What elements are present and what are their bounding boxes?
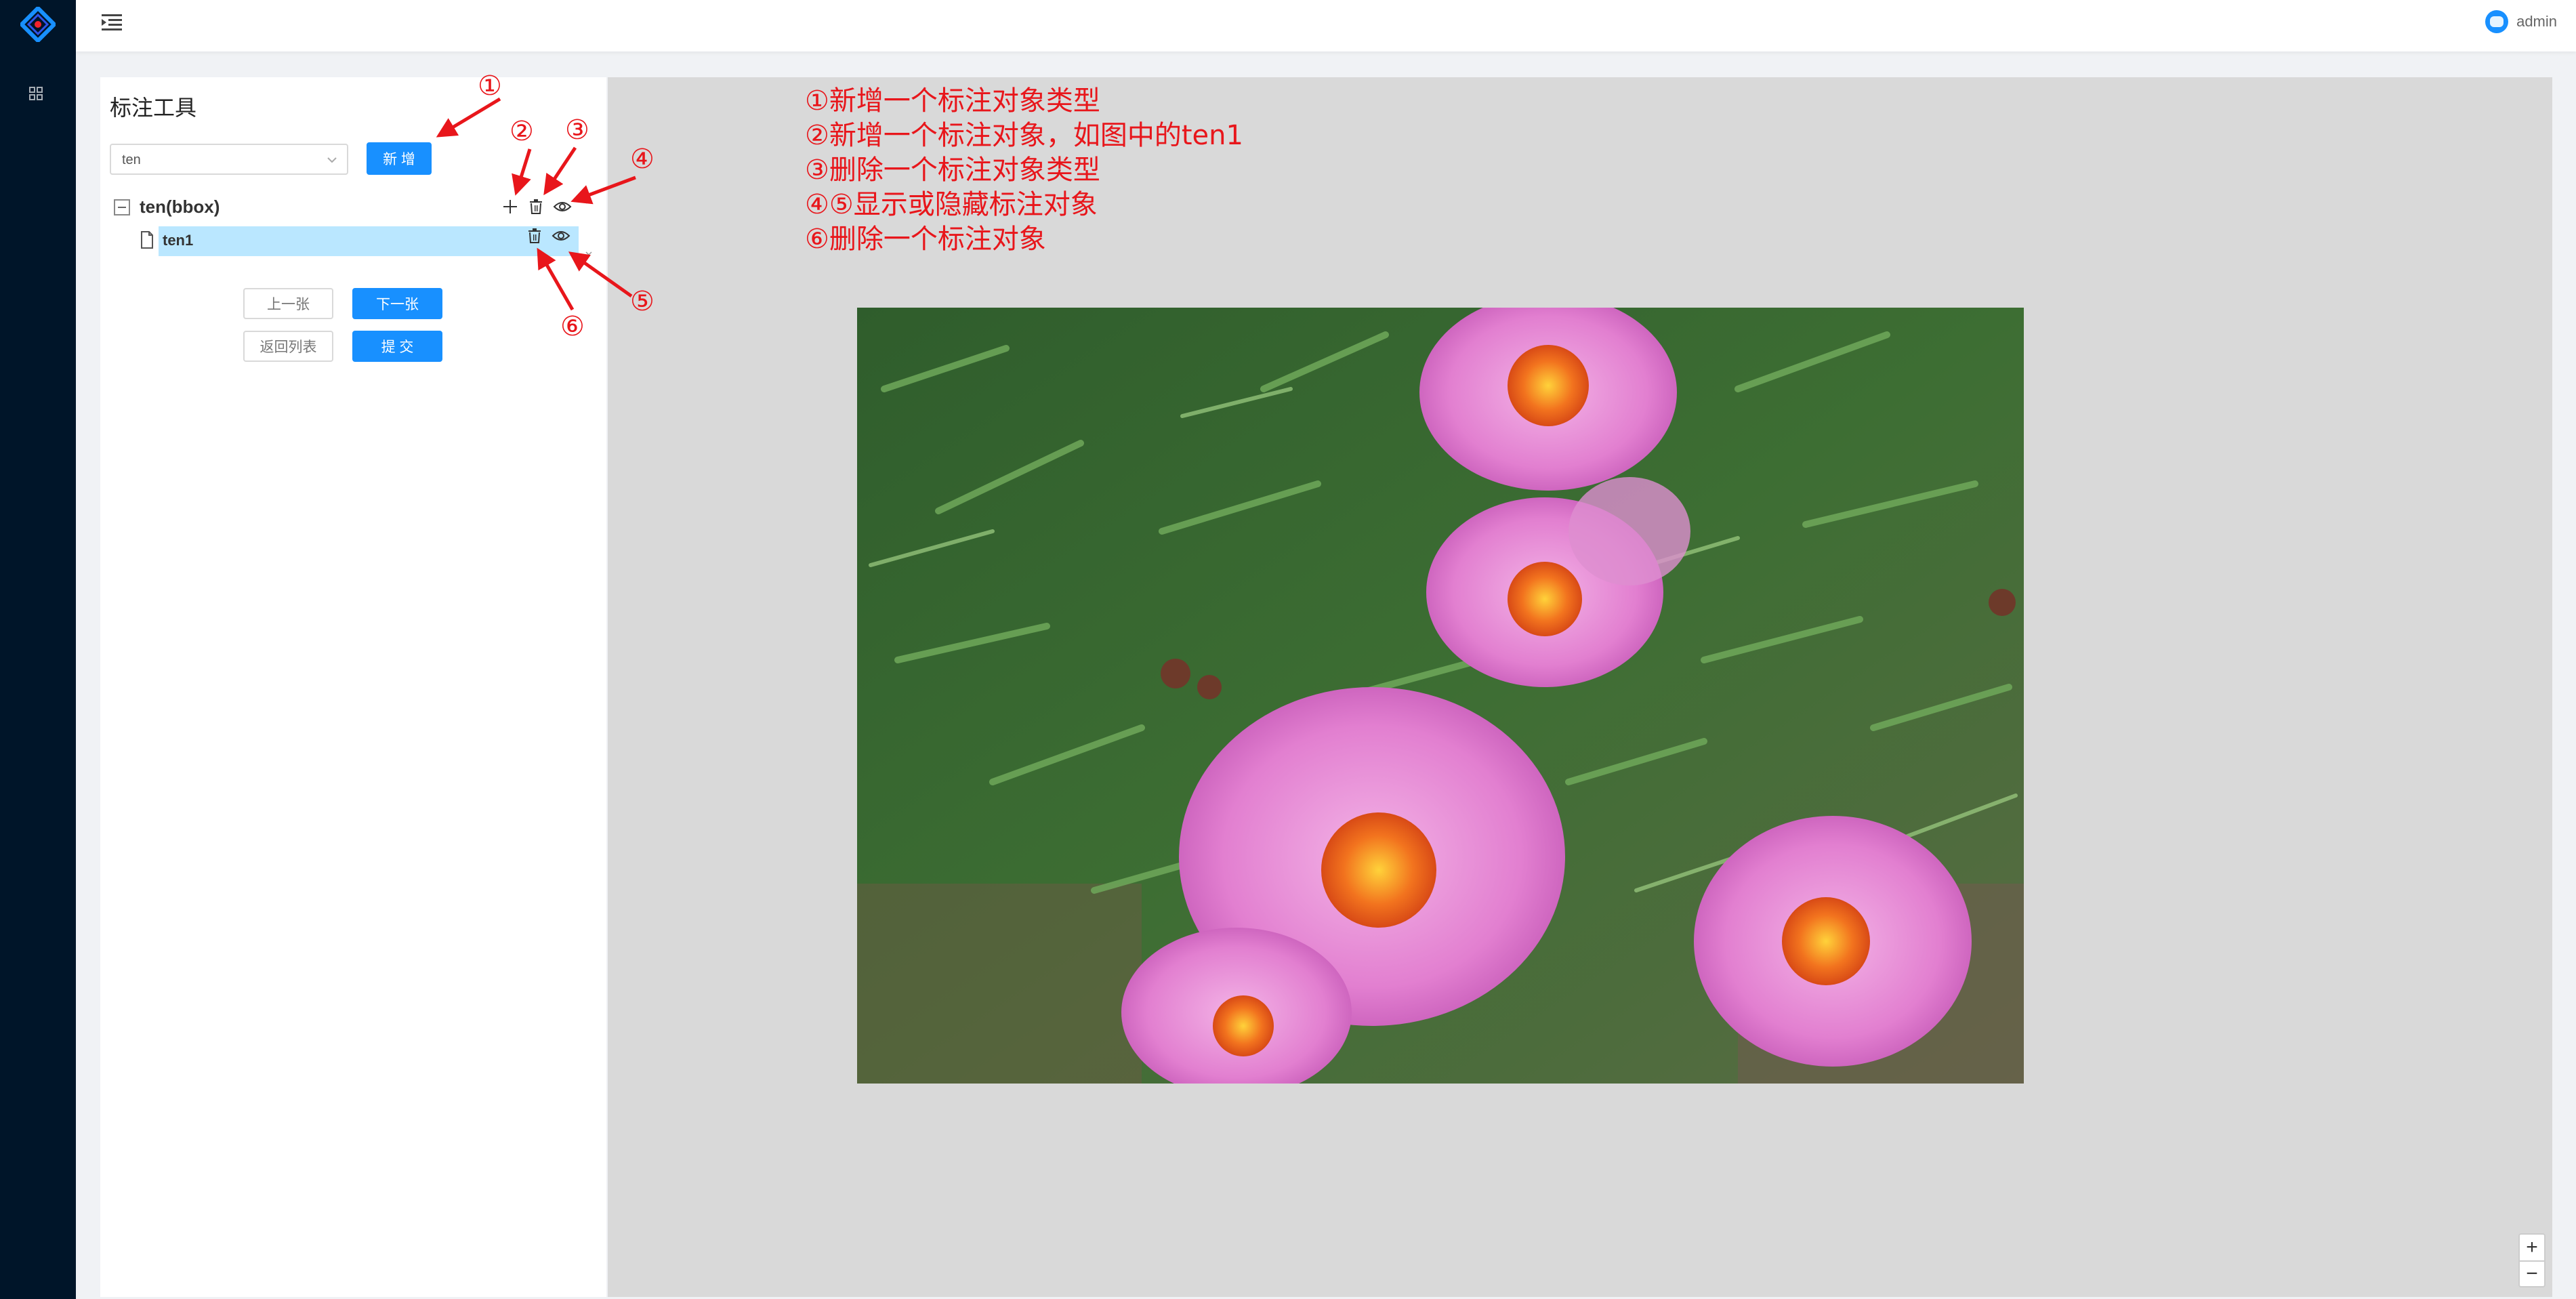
back-to-list-button[interactable]: 返回列表 — [243, 331, 333, 362]
delete-object-button[interactable] — [524, 226, 545, 246]
delete-type-button[interactable] — [526, 197, 546, 217]
app-logo-icon[interactable] — [20, 7, 56, 42]
eye-icon — [553, 202, 572, 211]
annotation-tool-panel: 标注工具 ten 新 增 ten(bbox) ten1 上一张 下一张 返回列表… — [100, 77, 606, 1297]
annotation-note: ③删除一个标注对象类型 — [805, 154, 1100, 186]
tree-parent-label[interactable]: ten(bbox) — [140, 197, 220, 218]
label-type-select[interactable]: ten — [110, 144, 348, 175]
annotation-note: ⑥删除一个标注对象 — [805, 224, 1046, 255]
annotation-note: ②新增一个标注对象，如图中的ten1 — [805, 120, 1243, 151]
marker-5: ⑤ — [630, 286, 655, 317]
file-icon — [141, 231, 153, 249]
tree-scrollbar[interactable] — [583, 197, 594, 259]
annotation-notes: ①新增一个标注对象类型 ②新增一个标注对象，如图中的ten1 ③删除一个标注对象… — [805, 84, 1243, 257]
avatar[interactable] — [2485, 10, 2509, 33]
zoom-in-button[interactable]: + — [2520, 1235, 2544, 1260]
flower-image[interactable] — [857, 308, 2024, 1084]
plus-icon — [503, 200, 517, 213]
toggle-object-visibility-button[interactable] — [551, 226, 571, 246]
tree-child-row[interactable] — [159, 226, 579, 256]
username[interactable]: admin — [2516, 13, 2557, 30]
dashboard-icon[interactable] — [28, 85, 44, 102]
menu-fold-icon[interactable] — [100, 12, 123, 33]
annotation-canvas[interactable]: + − — [608, 77, 2552, 1297]
add-object-button[interactable] — [500, 197, 520, 217]
submit-button[interactable]: 提 交 — [352, 331, 442, 362]
annotation-note: ④⑤显示或隐藏标注对象 — [805, 189, 1098, 220]
panel-title: 标注工具 — [110, 96, 197, 120]
chevron-down-icon — [327, 157, 337, 163]
top-header: admin — [76, 0, 2576, 51]
prev-image-button[interactable]: 上一张 — [243, 288, 333, 319]
zoom-control: + − — [2518, 1233, 2546, 1287]
marker-6: ⑥ — [560, 311, 585, 342]
zoom-out-button[interactable]: − — [2520, 1260, 2544, 1286]
eye-icon — [552, 231, 570, 241]
next-image-button[interactable]: 下一张 — [352, 288, 442, 319]
marker-1: ① — [478, 70, 502, 102]
select-value: ten — [122, 152, 141, 167]
marker-4: ④ — [630, 144, 655, 175]
toggle-type-visibility-button[interactable] — [552, 197, 573, 217]
side-nav — [0, 0, 76, 1299]
delete-icon — [528, 228, 541, 243]
marker-2: ② — [510, 116, 534, 147]
marker-3: ③ — [565, 115, 589, 146]
annotation-note: ①新增一个标注对象类型 — [805, 85, 1100, 117]
tree-collapse-toggle[interactable] — [114, 199, 130, 215]
delete-icon — [530, 199, 542, 214]
add-label-type-button[interactable]: 新 增 — [367, 142, 432, 175]
tree-child-label[interactable]: ten1 — [163, 232, 193, 249]
user-menu[interactable]: admin — [2485, 9, 2557, 34]
